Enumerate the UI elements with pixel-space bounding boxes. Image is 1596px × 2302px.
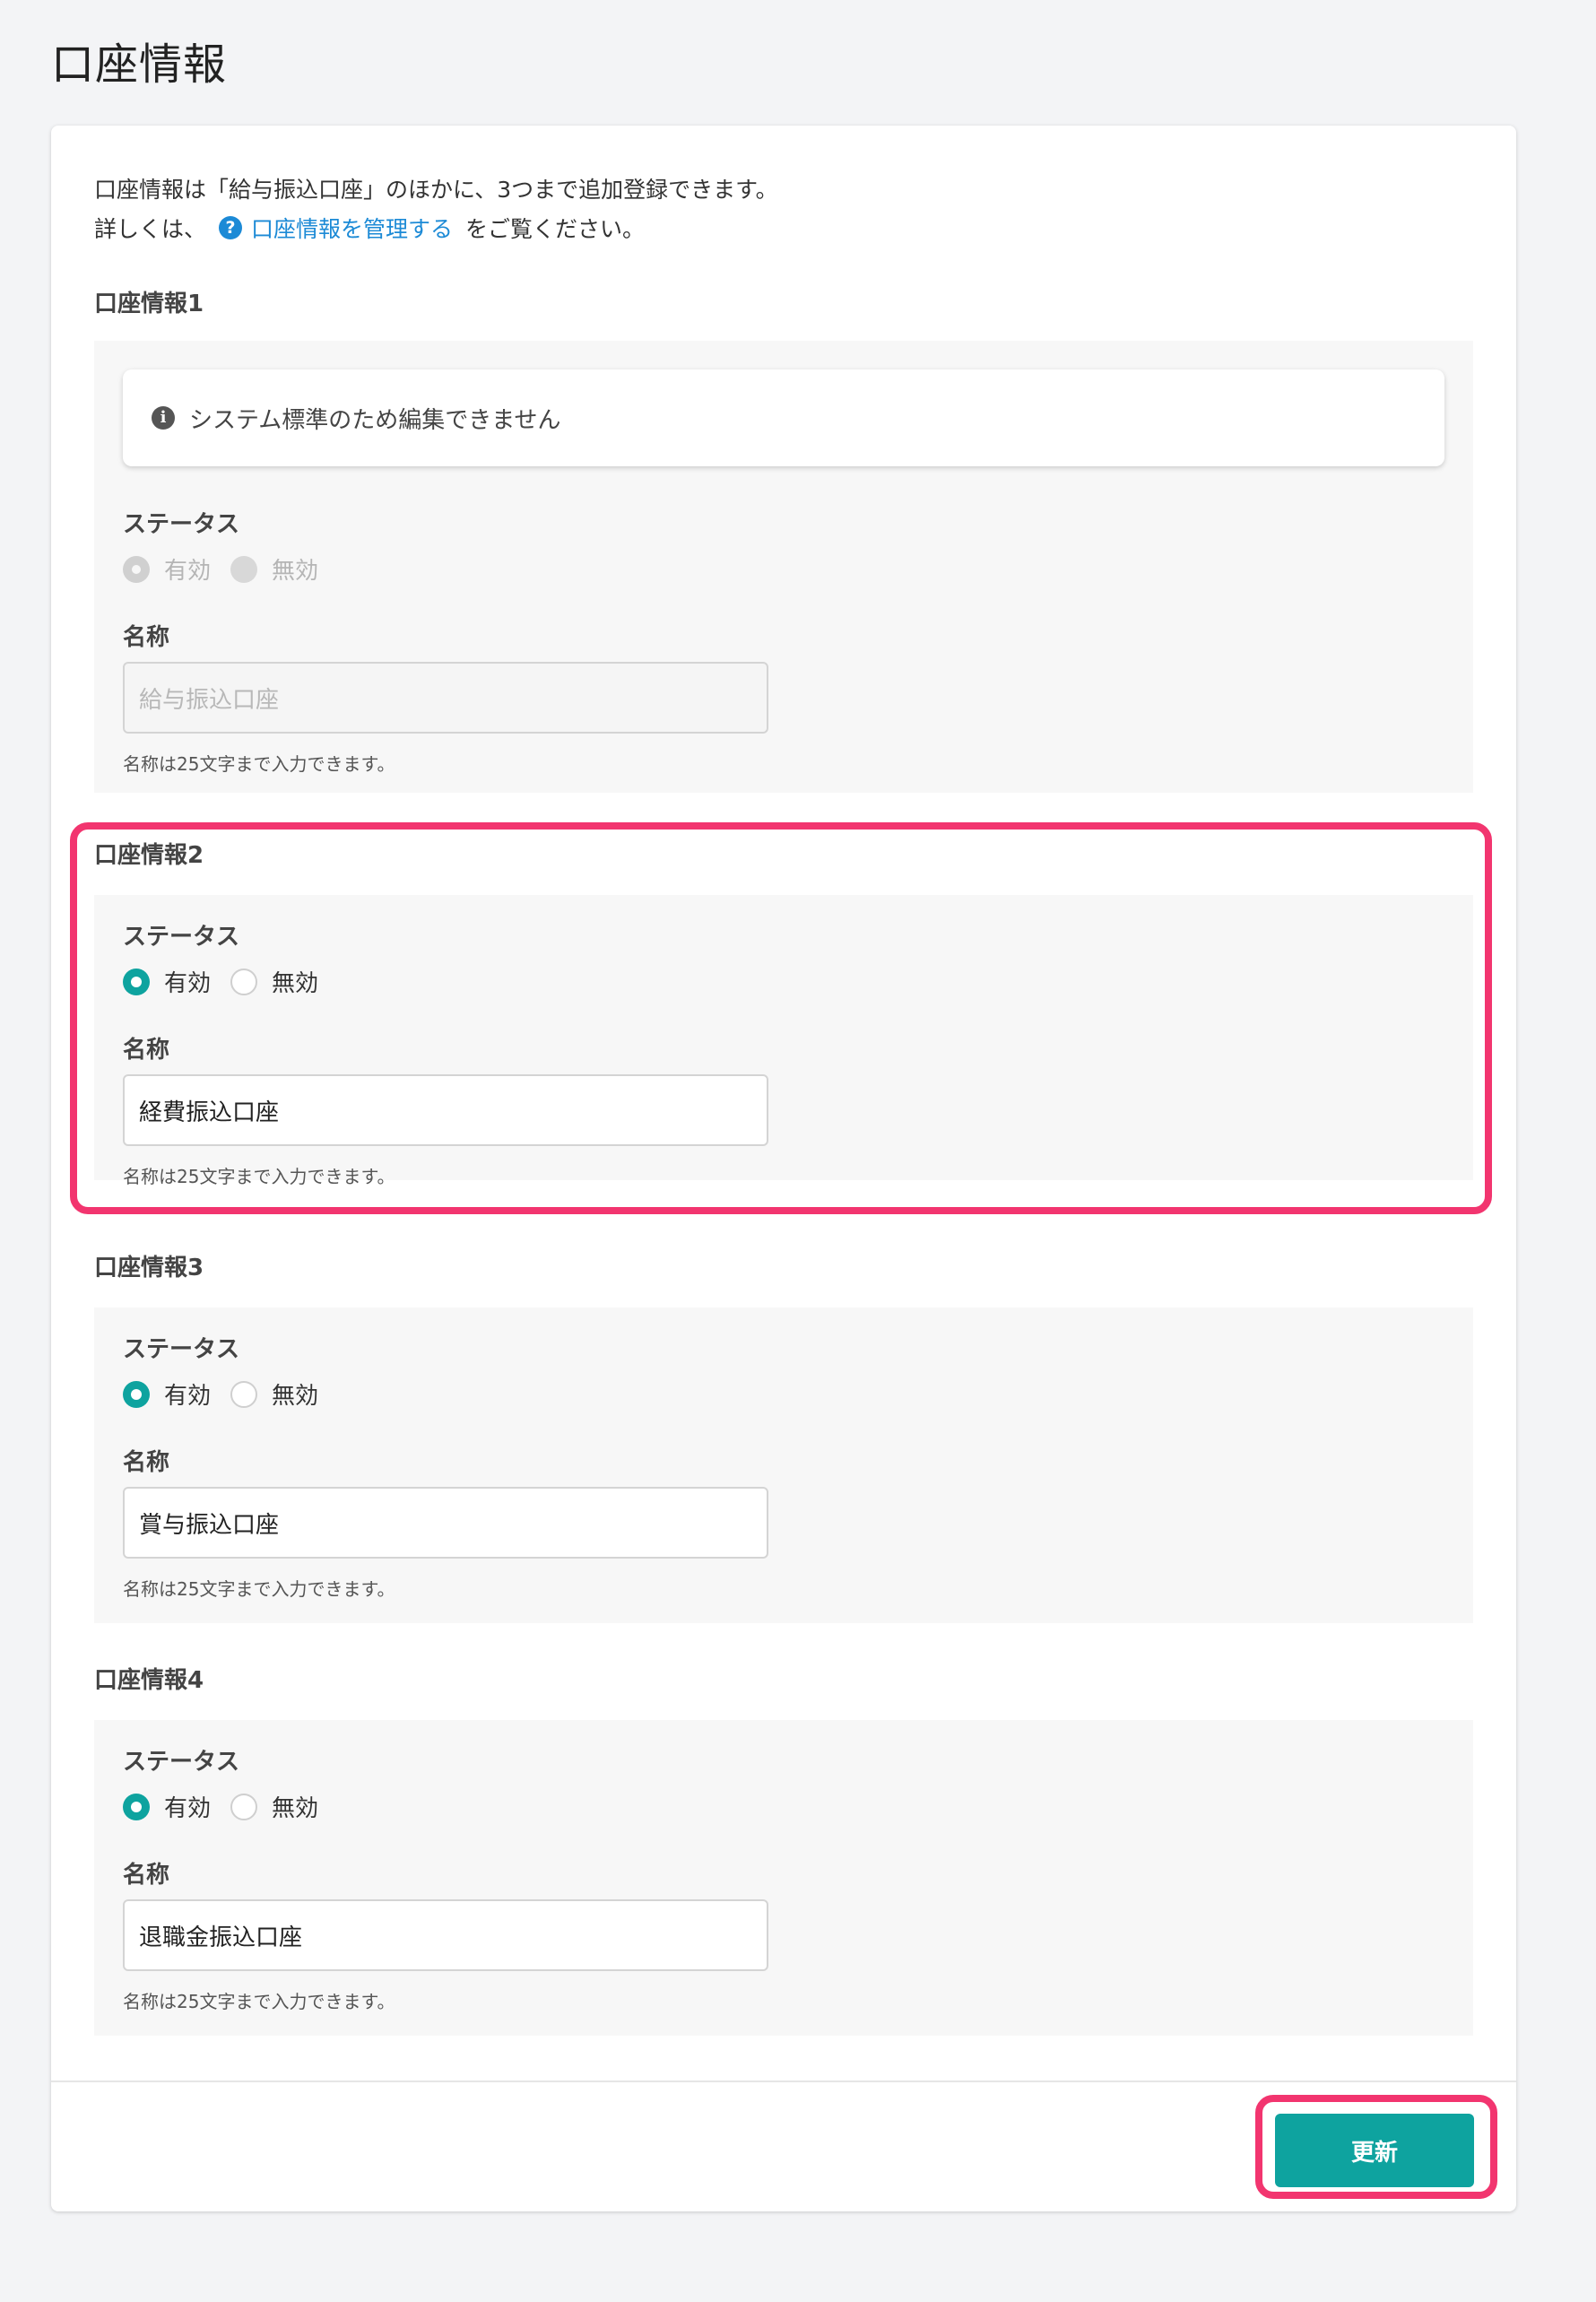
intro-line-1: 口座情報は「給与振込口座」のほかに、3つまで追加登録できます。	[94, 177, 778, 203]
notice-text: システム標準のため編集できません	[189, 406, 561, 434]
account-4-name-input[interactable]	[123, 1899, 768, 1971]
account-1-title: 口座情報1	[94, 291, 204, 317]
name-label: 名称	[123, 1037, 170, 1064]
system-notice: i システム標準のため編集できません	[123, 369, 1444, 466]
page-title: 口座情報	[51, 39, 228, 90]
status-radio-group: 有効 無効	[123, 1790, 338, 1823]
status-disabled-radio[interactable]	[230, 1793, 258, 1820]
intro-text: 口座情報は「給与振込口座」のほかに、3つまで追加登録できます。 詳しくは、? 口座…	[94, 170, 778, 249]
account-2-panel: ステータス 有効 無効 名称 名称は25文字まで入力できます。	[94, 895, 1473, 1187]
intro-prefix: 詳しくは、	[94, 216, 207, 242]
status-radio-group: 有効 無効	[123, 552, 338, 586]
account-2-title: 口座情報2	[94, 842, 204, 869]
account-3-name-input[interactable]	[123, 1487, 768, 1559]
account-3-title: 口座情報3	[94, 1255, 204, 1281]
status-disabled-radio[interactable]	[230, 968, 258, 995]
account-1-panel: i システム標準のため編集できません ステータス 有効 無効 名称 名称は25文…	[94, 341, 1473, 793]
status-enabled-label[interactable]: 有効	[164, 965, 211, 998]
name-label: 名称	[123, 624, 170, 651]
intro-suffix: をご覧ください。	[465, 216, 646, 242]
account-2-name-input[interactable]	[123, 1074, 768, 1146]
status-disabled-radio[interactable]	[230, 1380, 258, 1408]
status-radio-group: 有効 無効	[123, 1377, 338, 1411]
status-enabled-label: 有効	[164, 558, 212, 585]
footer-divider	[51, 2080, 1516, 2082]
status-disabled-label[interactable]: 無効	[272, 965, 318, 998]
status-disabled-radio	[230, 555, 258, 583]
status-label: ステータス	[123, 924, 240, 951]
account-4-panel: ステータス 有効 無効 名称 名称は25文字まで入力できます。	[94, 1720, 1473, 2036]
manage-account-link[interactable]: 口座情報を管理する	[251, 216, 453, 242]
status-enabled-label[interactable]: 有効	[164, 1790, 211, 1823]
status-radio-group: 有効 無効	[123, 965, 338, 998]
status-label: ステータス	[123, 1749, 240, 1776]
name-label: 名称	[123, 1862, 170, 1889]
intro-line-2: 詳しくは、? 口座情報を管理する をご覧ください。	[94, 210, 778, 249]
account-3-panel: ステータス 有効 無効 名称 名称は25文字まで入力できます。	[94, 1307, 1473, 1623]
account-4-title: 口座情報4	[94, 1667, 204, 1694]
name-label: 名称	[123, 1449, 170, 1476]
question-circle-icon[interactable]: ?	[219, 216, 243, 239]
name-hint: 名称は25文字まで入力できます。	[123, 1166, 395, 1187]
status-enabled-radio	[123, 555, 150, 583]
status-label: ステータス	[123, 1336, 240, 1363]
status-enabled-radio[interactable]	[123, 968, 150, 995]
status-enabled-label[interactable]: 有効	[164, 1377, 211, 1411]
name-hint: 名称は25文字まで入力できます。	[123, 1578, 395, 1600]
status-disabled-label[interactable]: 無効	[272, 1790, 318, 1823]
status-disabled-label: 無効	[272, 558, 319, 585]
status-enabled-radio[interactable]	[123, 1793, 150, 1820]
account-1-name-input	[123, 662, 768, 734]
name-hint: 名称は25文字まで入力できます。	[123, 1991, 395, 2012]
account-settings-card: 口座情報は「給与振込口座」のほかに、3つまで追加登録できます。 詳しくは、? 口座…	[51, 126, 1516, 2211]
status-label: ステータス	[123, 511, 240, 538]
update-button[interactable]: 更新	[1275, 2114, 1474, 2187]
status-disabled-label[interactable]: 無効	[272, 1377, 318, 1411]
status-enabled-radio[interactable]	[123, 1380, 150, 1408]
info-icon: i	[152, 406, 175, 430]
name-hint: 名称は25文字まで入力できます。	[123, 753, 395, 775]
